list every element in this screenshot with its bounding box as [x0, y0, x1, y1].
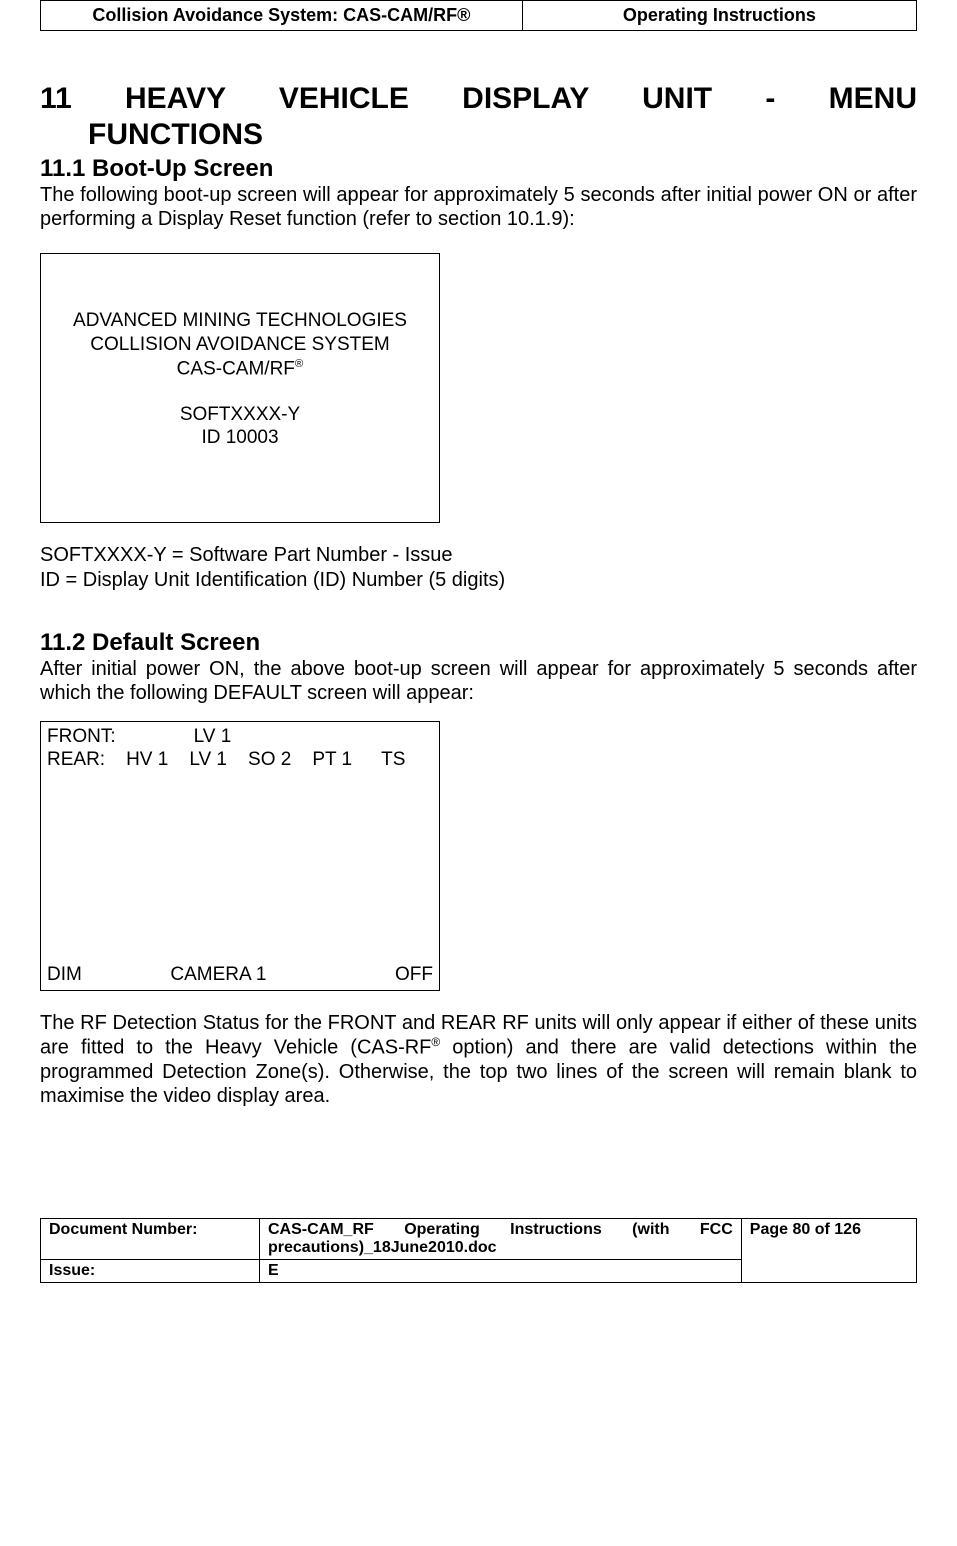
- default-front-row: FRONT:LV 1: [47, 726, 433, 749]
- section-number: 11: [40, 82, 72, 115]
- default-off: OFF: [395, 964, 433, 986]
- bootup-line-2: COLLISION AVOIDANCE SYSTEM: [90, 333, 390, 357]
- header-right: Operating Instructions: [522, 1, 916, 31]
- section-11-1-heading: 11.1 Boot-Up Screen: [40, 155, 917, 183]
- section-11-2-intro: After initial power ON, the above boot-u…: [40, 657, 917, 705]
- footer-issue-value: E: [260, 1259, 742, 1282]
- default-screen-box: FRONT:LV 1 REAR:HV 1LV 1SO 2PT 1TS DIM C…: [40, 721, 440, 991]
- default-bottom-row: DIM CAMERA 1 OFF: [47, 964, 433, 986]
- header-table: Collision Avoidance System: CAS-CAM/RF® …: [40, 0, 917, 31]
- header-left: Collision Avoidance System: CAS-CAM/RF®: [41, 1, 523, 31]
- bootup-line-3: CAS-CAM/RF®: [177, 357, 304, 381]
- section-title-line2: FUNCTIONS: [40, 117, 917, 153]
- section-11-2-para: The RF Detection Status for the FRONT an…: [40, 1011, 917, 1108]
- explain-line-1: SOFTXXXX-Y = Software Part Number - Issu…: [40, 543, 917, 568]
- default-dim: DIM: [47, 964, 82, 986]
- section-11-2-heading: 11.2 Default Screen: [40, 629, 917, 657]
- bootup-line-4: SOFTXXXX-Y: [180, 403, 300, 427]
- footer-doc-label: Document Number:: [41, 1218, 260, 1259]
- bootup-explanation: SOFTXXXX-Y = Software Part Number - Issu…: [40, 543, 917, 593]
- footer-table: Document Number: CAS-CAM_RF Operating In…: [40, 1218, 917, 1283]
- footer-page-info: Page 80 of 126: [741, 1218, 916, 1282]
- default-rear-row: REAR:HV 1LV 1SO 2PT 1TS: [47, 749, 433, 772]
- explain-line-2: ID = Display Unit Identification (ID) Nu…: [40, 568, 917, 593]
- bootup-line-1: ADVANCED MINING TECHNOLOGIES: [73, 309, 407, 333]
- footer-issue-label: Issue:: [41, 1259, 260, 1282]
- section-title-line1: HEAVY VEHICLE DISPLAY UNIT - MENU: [125, 82, 917, 115]
- section-11-heading: 11 HEAVY VEHICLE DISPLAY UNIT - MENU FUN…: [40, 81, 917, 153]
- footer-doc-value: CAS-CAM_RF Operating Instructions (with …: [260, 1218, 742, 1259]
- section-11-1-intro: The following boot-up screen will appear…: [40, 183, 917, 231]
- default-camera: CAMERA 1: [170, 964, 266, 986]
- bootup-screen-box: ADVANCED MINING TECHNOLOGIES COLLISION A…: [40, 253, 440, 523]
- bootup-line-5: ID 10003: [201, 426, 278, 450]
